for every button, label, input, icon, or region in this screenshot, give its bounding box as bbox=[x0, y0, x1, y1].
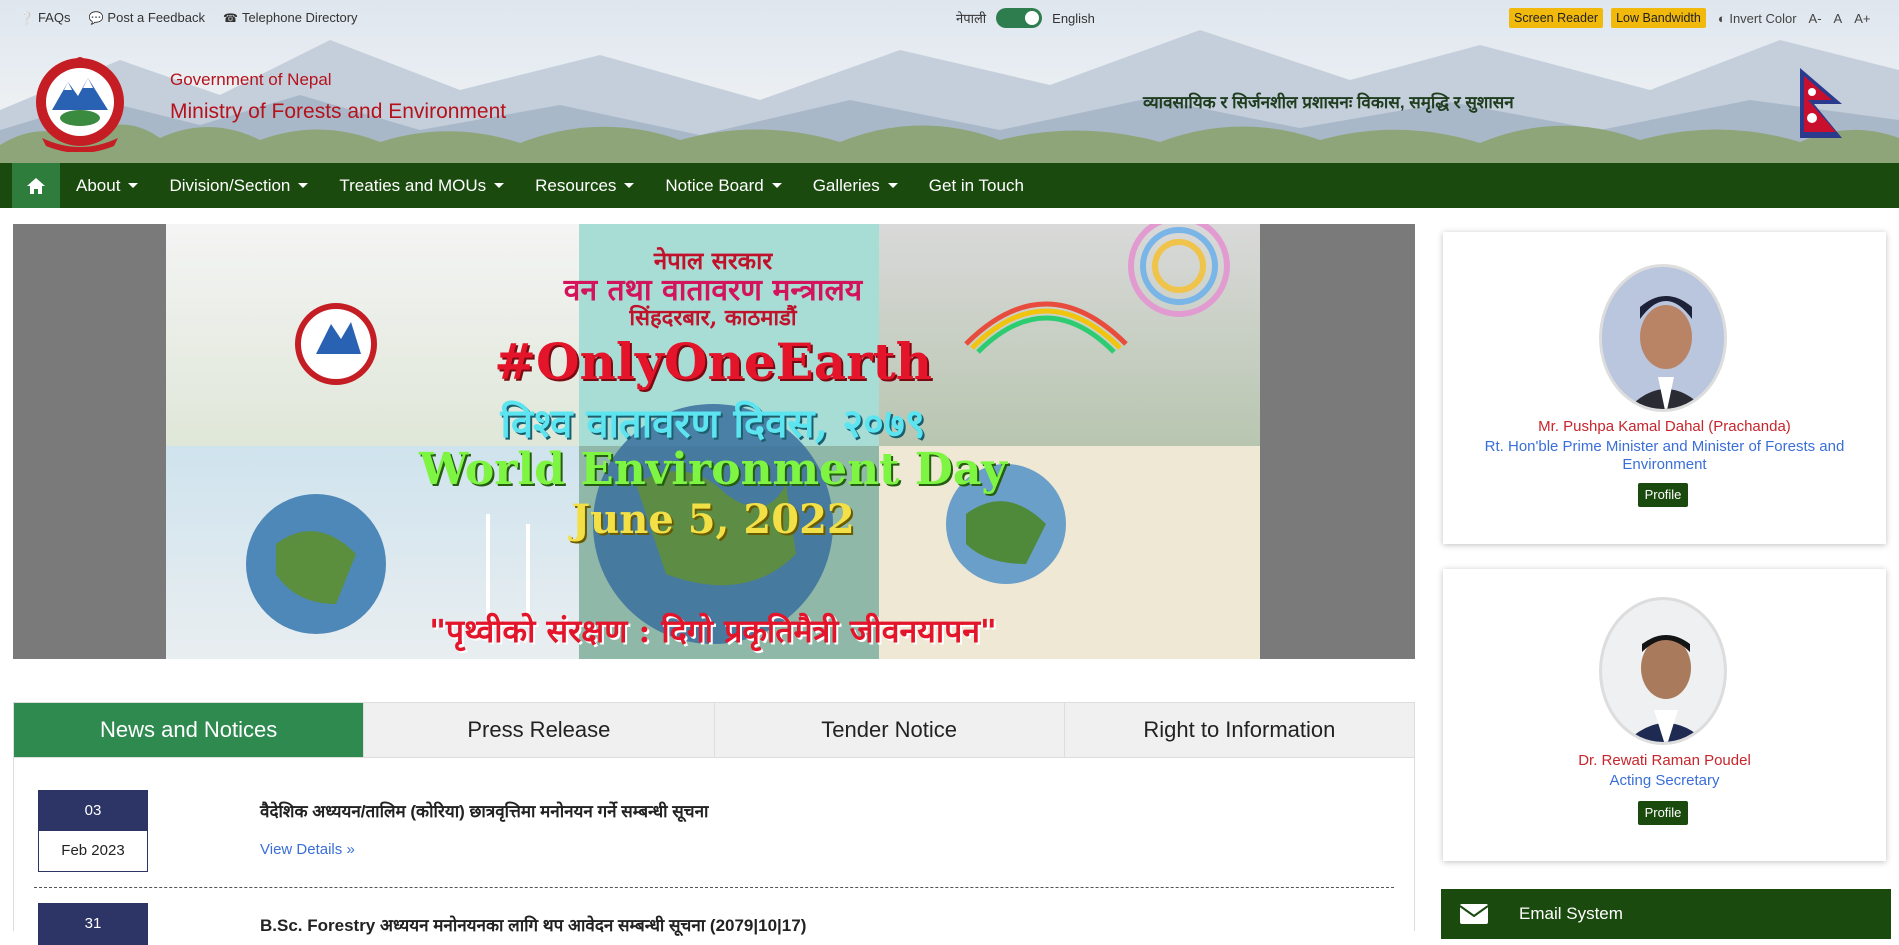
tab-tender-notice[interactable]: Tender Notice bbox=[713, 703, 1064, 757]
nav-resources[interactable]: Resources bbox=[519, 163, 649, 208]
adjust-icon: ◐ bbox=[1717, 10, 1726, 26]
faqs-link[interactable]: ❔ FAQs bbox=[19, 10, 70, 25]
news-date-box: 03 Feb 2023 bbox=[38, 790, 148, 872]
caret-down-icon bbox=[624, 183, 635, 188]
minister-photo bbox=[1599, 264, 1727, 412]
telephone-directory-link[interactable]: ☎ Telephone Directory bbox=[223, 10, 358, 25]
hero-banner[interactable]: नेपाल सरकार वन तथा वातावरण मन्त्रालय सिं… bbox=[13, 224, 1415, 659]
lang-nepali-label: नेपाली bbox=[956, 11, 987, 26]
official-card-secretary: Dr. Rewati Raman Poudel Acting Secretary… bbox=[1443, 569, 1886, 861]
poster-line-date: June 5, 2022 bbox=[571, 496, 855, 543]
screen-reader-button[interactable]: Screen Reader bbox=[1509, 8, 1604, 28]
feedback-link[interactable]: 💬 Post a Feedback bbox=[88, 10, 205, 25]
double-chevron-right-icon: » bbox=[346, 841, 355, 858]
tab-news-and-notices[interactable]: News and Notices bbox=[14, 703, 364, 757]
home-button[interactable] bbox=[12, 163, 60, 208]
nav-about[interactable]: About bbox=[60, 163, 153, 208]
official-name: Dr. Rewati Raman Poudel bbox=[1578, 752, 1751, 769]
invert-color-button[interactable]: ◐ Invert Color bbox=[1718, 11, 1797, 26]
comments-icon: 💬 bbox=[88, 10, 104, 25]
question-circle-icon: ❔ bbox=[19, 10, 34, 25]
news-list: 03 Feb 2023 वैदेशिक अध्ययन/तालिम (कोरिया… bbox=[13, 758, 1415, 945]
nav-division-section[interactable]: Division/Section bbox=[153, 163, 323, 208]
email-system-label: Email System bbox=[1519, 904, 1623, 923]
nav-galleries[interactable]: Galleries bbox=[797, 163, 913, 208]
official-card-minister: Mr. Pushpa Kamal Dahal (Prachanda) Rt. H… bbox=[1443, 232, 1886, 544]
font-decrease-button[interactable]: A- bbox=[1809, 11, 1822, 26]
news-date-box: 31 bbox=[38, 903, 148, 945]
telephone-directory-label: Telephone Directory bbox=[241, 10, 358, 25]
official-name: Mr. Pushpa Kamal Dahal (Prachanda) bbox=[1538, 418, 1791, 435]
nav-get-in-touch[interactable]: Get in Touch bbox=[913, 163, 1039, 208]
news-title-link[interactable]: B.Sc. Forestry अध्ययन मनोनयनका लागि थप आ… bbox=[260, 913, 806, 936]
government-title: Government of Nepal bbox=[170, 70, 332, 89]
tab-right-to-information[interactable]: Right to Information bbox=[1063, 703, 1414, 757]
news-day: 03 bbox=[39, 791, 147, 831]
nepal-emblem-logo[interactable] bbox=[20, 48, 140, 152]
phone-icon: ☎ bbox=[222, 10, 238, 25]
tab-press-release[interactable]: Press Release bbox=[363, 703, 714, 757]
secretary-photo bbox=[1599, 597, 1727, 745]
home-icon bbox=[27, 177, 45, 194]
nav-division-label: Division/Section bbox=[169, 175, 291, 195]
poster-hashtag: #OnlyOneEarth bbox=[494, 332, 932, 391]
font-normal-button[interactable]: A bbox=[1834, 11, 1843, 26]
lang-english-label: English bbox=[1052, 10, 1095, 26]
view-details-link[interactable]: View Details » bbox=[260, 841, 355, 858]
nav-galleries-label: Galleries bbox=[812, 175, 880, 195]
nav-treaties-label: Treaties and MOUs bbox=[339, 175, 487, 195]
minister-portrait bbox=[1602, 267, 1724, 409]
nav-notice-board-label: Notice Board bbox=[665, 175, 764, 195]
header-slogan: व्यावसायिक र सिर्जनशील प्रशासनः विकास, स… bbox=[1143, 93, 1514, 112]
main-navigation: About Division/Section Treaties and MOUs… bbox=[0, 163, 1899, 208]
poster-line-world-day-english: World Environment Day bbox=[419, 444, 1007, 495]
nav-notice-board[interactable]: Notice Board bbox=[649, 163, 796, 208]
profile-button[interactable]: Profile bbox=[1638, 801, 1688, 825]
official-role: Rt. Hon'ble Prime Minister and Minister … bbox=[1484, 438, 1845, 473]
caret-down-icon bbox=[128, 183, 139, 188]
world-environment-day-poster: नेपाल सरकार वन तथा वातावरण मन्त्रालय सिं… bbox=[166, 224, 1260, 659]
feedback-label: Post a Feedback bbox=[107, 10, 205, 25]
envelope-icon bbox=[1459, 904, 1489, 924]
low-bandwidth-button[interactable]: Low Bandwidth bbox=[1611, 8, 1706, 28]
faqs-label: FAQs bbox=[37, 10, 71, 25]
poster-line-world-day-nepali: विश्व वातावरण दिवस, २०७९ bbox=[500, 400, 926, 447]
nav-treaties-mous[interactable]: Treaties and MOUs bbox=[323, 163, 519, 208]
toggle-knob bbox=[1025, 11, 1040, 25]
view-details-label: View Details bbox=[260, 841, 343, 858]
font-increase-button[interactable]: A+ bbox=[1854, 11, 1870, 26]
nav-about-label: About bbox=[76, 175, 121, 195]
secretary-portrait bbox=[1602, 600, 1724, 742]
caret-down-icon bbox=[771, 183, 782, 188]
caret-down-icon bbox=[298, 183, 309, 188]
nav-get-in-touch-label: Get in Touch bbox=[928, 175, 1024, 195]
news-month: Feb 2023 bbox=[39, 831, 147, 871]
caret-down-icon bbox=[887, 183, 898, 188]
profile-button[interactable]: Profile bbox=[1638, 483, 1688, 507]
nav-resources-label: Resources bbox=[535, 175, 617, 195]
news-day: 31 bbox=[39, 904, 147, 944]
caret-down-icon bbox=[494, 183, 505, 188]
invert-color-label: Invert Color bbox=[1729, 10, 1797, 26]
news-divider bbox=[34, 887, 1394, 888]
nepal-flag-icon bbox=[1800, 68, 1842, 138]
ministry-title: Ministry of Forests and Environment bbox=[170, 100, 507, 123]
news-tabs: News and Notices Press Release Tender No… bbox=[13, 702, 1415, 758]
official-role: Acting Secretary bbox=[1609, 772, 1720, 789]
poster-line-location: सिंहदरबार, काठमाडौं bbox=[629, 305, 797, 331]
news-title-link[interactable]: वैदेशिक अध्ययन/तालिम (कोरिया) छात्रवृत्त… bbox=[260, 799, 708, 822]
site-header: ❔ FAQs 💬 Post a Feedback ☎ Telephone Dir… bbox=[0, 0, 1899, 163]
email-system-link[interactable]: Email System bbox=[1441, 889, 1891, 939]
poster-line-slogan: "पृथ्वीको संरक्षण : दिगो प्रकृतिमैत्री ज… bbox=[429, 612, 997, 650]
language-toggle[interactable] bbox=[996, 8, 1043, 28]
